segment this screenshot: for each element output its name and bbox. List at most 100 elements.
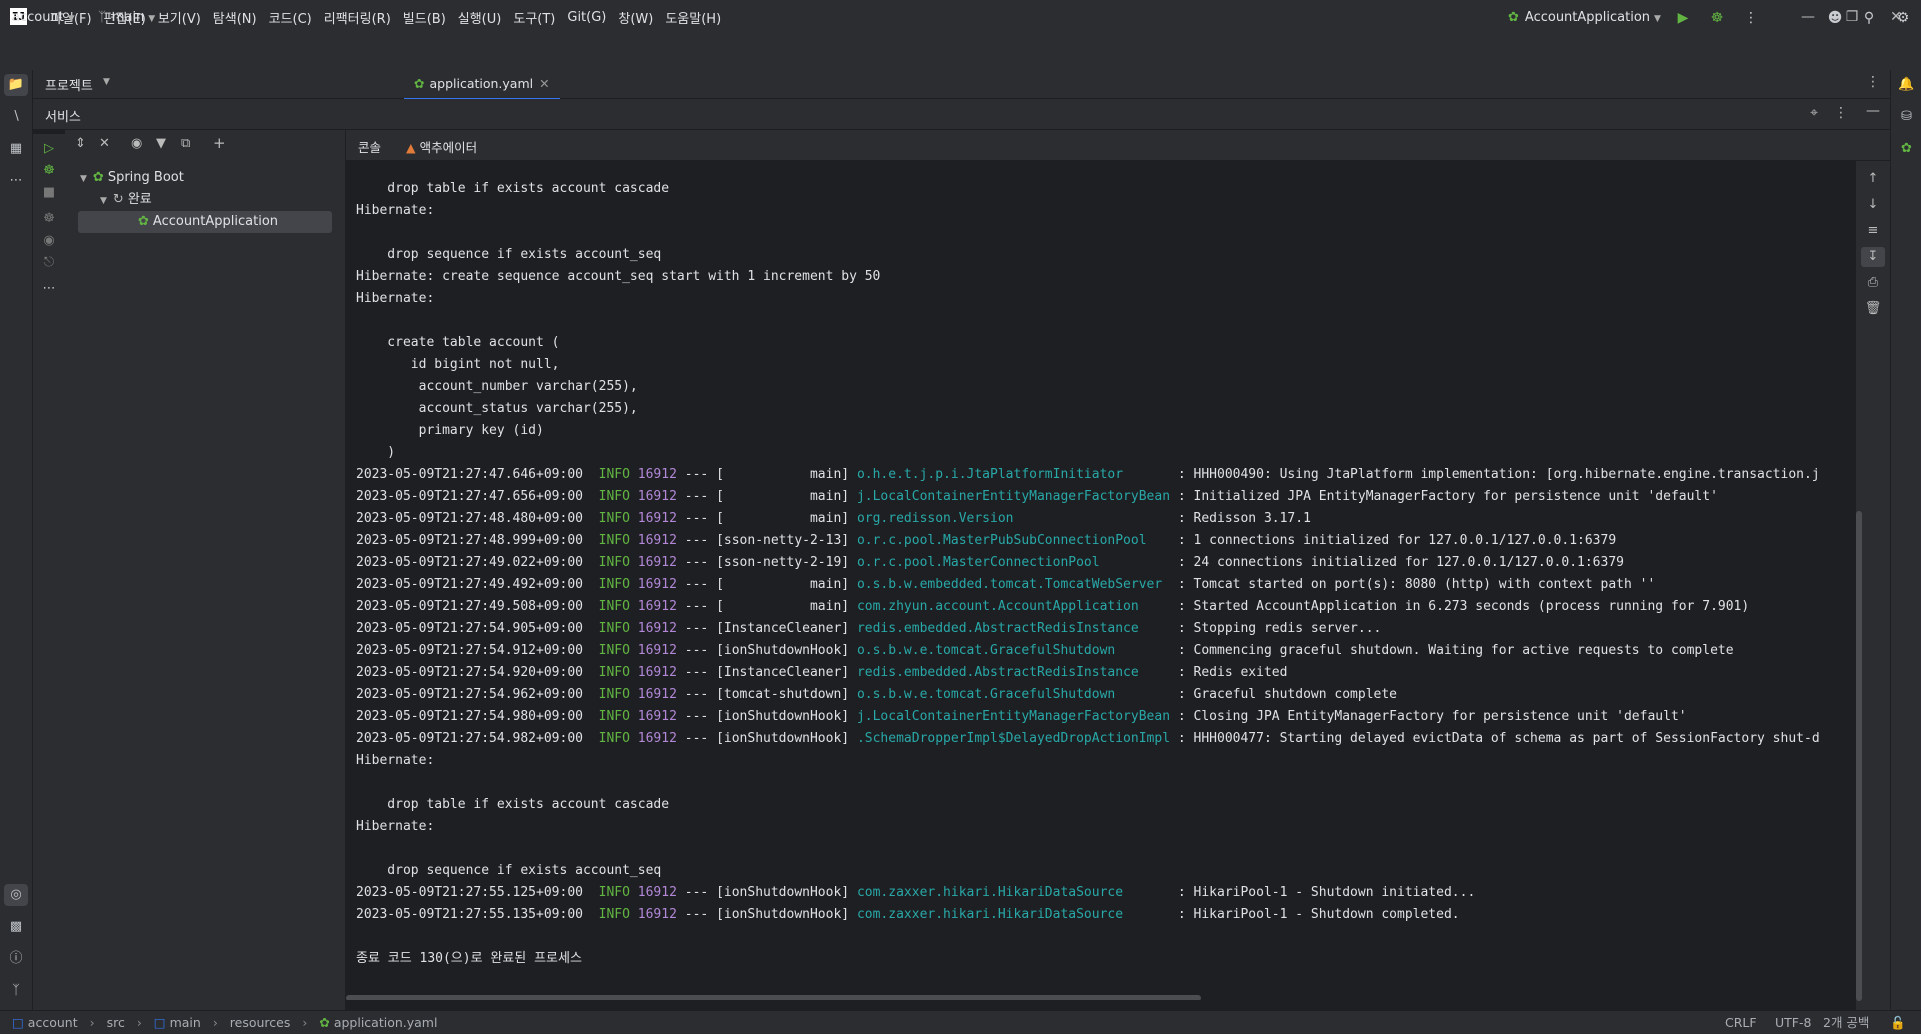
log-logger: redis.embedded.AbstractRedisInstance <box>856 665 1171 680</box>
more-tools-icon[interactable]: ⋯ <box>0 170 32 192</box>
tab-console[interactable]: 콘솔 <box>358 137 382 163</box>
breadcrumb-src[interactable]: src <box>107 1011 125 1034</box>
scroll-to-end-icon[interactable]: ↧ <box>1861 247 1885 267</box>
editor-tab-bar: ⋮ <box>403 70 1890 99</box>
more-actions-icon[interactable]: ⋮ <box>1743 10 1759 26</box>
account-icon[interactable]: ☻ <box>1827 10 1843 26</box>
log-level: INFO <box>598 709 630 724</box>
camera-icon[interactable]: ◉ <box>33 230 65 252</box>
log-level: INFO <box>598 577 630 592</box>
add-service-icon[interactable]: + <box>213 134 226 152</box>
log-message: : HikariPool-1 - Shutdown initiated... <box>1170 885 1476 900</box>
log-level: INFO <box>598 731 630 746</box>
services-tree-panel <box>65 130 346 1010</box>
eye-icon[interactable]: ◉ <box>131 136 142 151</box>
services-icon[interactable]: ◎ <box>4 884 28 906</box>
settings-gear-icon[interactable]: ⚙ <box>1895 10 1911 26</box>
menu-help[interactable]: 도움말(H) <box>659 8 727 27</box>
spring-yaml-icon: ✿ <box>319 1015 330 1030</box>
spring-icon[interactable]: ✿ <box>1891 138 1921 160</box>
line-separator[interactable]: CRLF <box>1725 1011 1757 1034</box>
console-line: 2023-05-09T21:27:54.920+09:00 INFO 16912… <box>356 665 1288 680</box>
log-timestamp: 2023-05-09T21:27:54.920+09:00 <box>356 665 583 680</box>
structure-icon[interactable]: ▦ <box>0 138 32 160</box>
vertical-scrollbar[interactable] <box>1856 511 1862 1001</box>
menu-run[interactable]: 실행(U) <box>452 8 508 27</box>
project-folder-icon[interactable]: 📁 <box>4 74 28 96</box>
menu-build[interactable]: 빌드(B) <box>397 8 452 27</box>
debug-bug-icon[interactable]: ☸ <box>33 208 65 230</box>
tree-node-spring-boot[interactable]: ▼ ✿ Spring Boot <box>80 167 184 189</box>
console-line: id bigint not null, <box>356 357 560 372</box>
stop-icon[interactable]: ■ <box>33 182 65 204</box>
console-output[interactable]: drop table if exists account cascade Hibe… <box>346 161 1856 1000</box>
log-pid: 16912 <box>637 731 677 746</box>
commit-icon[interactable]: ∖ <box>0 106 32 128</box>
log-pid: 16912 <box>637 665 677 680</box>
module-icon: □ <box>153 1015 166 1030</box>
breadcrumb-main[interactable]: main <box>170 1011 201 1034</box>
soft-wrap-icon[interactable]: ≡ <box>1856 223 1890 238</box>
new-tab-icon[interactable]: ⧉ <box>181 136 190 151</box>
search-icon[interactable]: ⚲ <box>1861 10 1877 26</box>
lock-icon[interactable]: 🔓 <box>1890 1011 1906 1034</box>
console-line: Hibernate: <box>356 819 435 834</box>
more-icon[interactable]: ⋯ <box>33 278 65 300</box>
scroll-down-icon[interactable]: ↓ <box>1856 197 1890 212</box>
scroll-up-icon[interactable]: ↑ <box>1856 171 1890 186</box>
git-branch-icon: ᛉ <box>98 10 106 25</box>
tree-node-finished[interactable]: ▼ ↻ 완료 <box>100 189 152 211</box>
debug-icon[interactable]: ☸ <box>1709 10 1725 26</box>
tab-application-yaml[interactable]: ✿ application.yaml ✕ <box>404 70 560 100</box>
tab-options-icon[interactable]: ⋮ <box>1866 74 1880 90</box>
minimize-button[interactable]: — <box>1786 0 1830 34</box>
crosshair-icon[interactable]: ⌖ <box>1810 105 1818 121</box>
close-tab-icon[interactable]: ✕ <box>539 76 549 91</box>
tree-node-account-application[interactable]: ✿ AccountApplication <box>138 211 278 233</box>
options-icon[interactable]: ⋮ <box>1834 105 1848 121</box>
menu-tools[interactable]: 도구(T) <box>507 8 561 27</box>
expand-all-icon[interactable]: ⇕ <box>75 136 86 151</box>
git-icon[interactable]: ᛉ <box>0 980 32 1002</box>
filter-icon[interactable]: ▼ <box>156 136 166 151</box>
log-pid: 16912 <box>637 511 677 526</box>
breadcrumb-account[interactable]: account <box>28 1011 78 1034</box>
indent-setting[interactable]: 2개 공백 <box>1823 1011 1869 1034</box>
project-panel-title[interactable]: 프로젝트 <box>45 75 93 94</box>
database-icon[interactable]: ⛁ <box>1891 106 1921 128</box>
log-message: : Graceful shutdown complete <box>1170 687 1398 702</box>
run-icon[interactable]: ▷ <box>33 138 65 160</box>
console-line: create table account ( <box>356 335 560 350</box>
log-level: INFO <box>598 511 630 526</box>
hide-panel-icon[interactable]: — <box>1866 103 1880 119</box>
file-encoding[interactable]: UTF-8 <box>1775 1011 1811 1034</box>
menu-refactor[interactable]: 리팩터링(R) <box>318 8 397 27</box>
terminal-icon[interactable]: ▩ <box>0 916 32 938</box>
chevron-down-icon[interactable]: ▼ <box>103 77 110 87</box>
console-line: Hibernate: create sequence account_seq s… <box>356 269 881 284</box>
run-config-selector[interactable]: ✿ AccountApplication ▼ <box>1508 8 1661 28</box>
menu-git[interactable]: Git(G) <box>561 10 612 25</box>
menu-view[interactable]: 보기(V) <box>152 8 207 27</box>
problems-icon[interactable]: ⓘ <box>0 948 32 970</box>
tab-actuator[interactable]: ▲ 액추에이터 <box>406 137 477 156</box>
menu-window[interactable]: 창(W) <box>612 8 659 27</box>
exit-icon[interactable]: ⎋ <box>33 252 65 274</box>
menu-navigate[interactable]: 탐색(N) <box>207 8 263 27</box>
log-timestamp: 2023-05-09T21:27:54.962+09:00 <box>356 687 583 702</box>
menu-code[interactable]: 코드(C) <box>263 8 318 27</box>
debug-icon[interactable]: ☸ <box>33 160 65 182</box>
notifications-icon[interactable]: 🔔 <box>1891 74 1921 96</box>
project-switcher[interactable]: account ▼ <box>12 8 75 28</box>
trash-icon[interactable]: 🗑 <box>1856 301 1890 316</box>
breadcrumb-file[interactable]: application.yaml <box>334 1011 438 1034</box>
log-level: INFO <box>598 621 630 636</box>
print-icon[interactable]: ⎙ <box>1856 275 1890 290</box>
breadcrumb-resources[interactable]: resources <box>230 1011 291 1034</box>
horizontal-scrollbar[interactable] <box>346 995 1201 1000</box>
collapse-all-icon[interactable]: ✕ <box>99 136 110 151</box>
branch-switcher[interactable]: ᛉ main ▼ <box>98 8 155 28</box>
run-icon[interactable]: ▶ <box>1675 10 1691 26</box>
